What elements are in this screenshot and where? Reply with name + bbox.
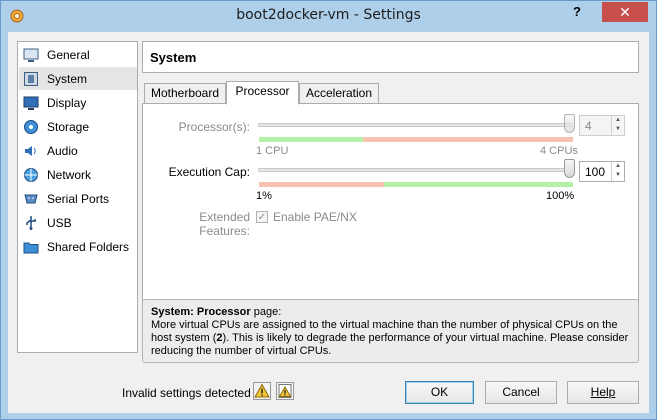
processors-band-red (363, 137, 573, 142)
sidebar-item-system[interactable]: System (19, 67, 137, 90)
serial-ports-icon (24, 194, 38, 203)
sidebar-item-label: Network (47, 167, 92, 182)
sidebar-item-label: System (47, 71, 88, 86)
info-heading-suffix: page: (250, 306, 282, 318)
network-icon (24, 167, 38, 182)
execution-cap-value: 100 (585, 165, 606, 179)
processors-label: Processor(s): (178, 120, 250, 134)
audio-icon (25, 145, 36, 156)
info-box: System: Processor page: More virtual CPU… (142, 299, 639, 363)
shared-folders-icon (23, 242, 39, 253)
spin-arrows-icon[interactable]: ▲ ▼ (611, 162, 624, 181)
close-button[interactable]: ✕ (602, 2, 648, 22)
processors-min-label: 1 CPU (256, 145, 289, 157)
info-heading-line: System: Processor page: (151, 306, 630, 319)
tab-motherboard[interactable]: Motherboard (144, 83, 226, 105)
info-line-1: More virtual CPUs are assigned to the vi… (151, 319, 618, 331)
pae-checkbox[interactable]: ✓ (256, 211, 268, 223)
sidebar-item-label: USB (47, 215, 72, 230)
execution-cap-band-green (384, 182, 573, 187)
sidebar-item-label: General (47, 47, 90, 62)
tab-acceleration[interactable]: Acceleration (299, 83, 379, 105)
execution-cap-slider-thumb[interactable] (564, 159, 575, 178)
help-button[interactable]: Help (567, 381, 639, 404)
sidebar-item-storage[interactable]: Storage (19, 115, 137, 138)
processors-slider-thumb[interactable] (564, 114, 575, 133)
section-header: System (142, 41, 639, 73)
sidebar-item-general[interactable]: General (19, 43, 137, 66)
general-icon (23, 48, 39, 62)
execution-cap-min-label: 1% (256, 190, 272, 202)
sidebar-item-display[interactable]: Display (19, 91, 137, 114)
processors-max-label: 4 CPUs (540, 145, 578, 157)
settings-window: boot2docker-vm - Settings ? ✕ General Sy… (0, 0, 657, 420)
sidebar-item-label: Serial Ports (47, 191, 110, 206)
spin-arrows-icon[interactable]: ▲ ▼ (611, 116, 624, 135)
execution-cap-label: Execution Cap: (168, 165, 250, 179)
display-icon (23, 96, 39, 110)
processors-slider-track[interactable] (258, 123, 573, 127)
title-bar[interactable]: boot2docker-vm - Settings ? ✕ (1, 1, 656, 32)
settings-sidebar: General System Display Storage Audio Net… (17, 41, 138, 353)
warning-page-icon[interactable] (276, 382, 294, 400)
info-line-2c: ). This is likely to degrade the perform… (222, 332, 629, 344)
sidebar-item-label: Storage (47, 119, 90, 134)
processors-spinbox[interactable]: 4 ▲ ▼ (579, 115, 625, 136)
sidebar-item-shared-folders[interactable]: Shared Folders (19, 235, 137, 258)
processor-tab-panel: Processor(s): 1 CPU 4 CPUs 4 ▲ ▼ Executio… (142, 103, 639, 330)
processors-value: 4 (585, 119, 592, 133)
sidebar-item-audio[interactable]: Audio (19, 139, 137, 162)
execution-cap-band-red (259, 182, 384, 187)
warning-icon[interactable] (253, 382, 271, 400)
cancel-button[interactable]: Cancel (485, 381, 557, 404)
window-title: boot2docker-vm - Settings (236, 7, 421, 23)
checkmark-icon: ✓ (257, 212, 267, 223)
sidebar-item-label: Audio (47, 143, 78, 158)
processors-band-green (259, 137, 363, 142)
tab-processor[interactable]: Processor (226, 81, 299, 105)
info-line-2a: host system ( (151, 332, 217, 344)
execution-cap-max-label: 100% (546, 190, 575, 202)
sidebar-item-usb[interactable]: USB (19, 211, 137, 234)
sidebar-item-serial-ports[interactable]: Serial Ports (19, 187, 137, 210)
help-button-label: Help (590, 385, 616, 399)
invalid-settings-text: Invalid settings detected (122, 386, 251, 400)
system-icon (24, 71, 38, 86)
info-line-3: reducing the number of virtual CPUs. (151, 345, 332, 357)
page-title: System (150, 50, 197, 65)
info-line-2: host system (2). This is likely to degra… (151, 332, 630, 345)
sidebar-item-label: Shared Folders (47, 239, 130, 254)
info-heading: System: Processor (151, 306, 251, 318)
storage-icon (24, 119, 38, 134)
usb-icon (26, 215, 36, 230)
sidebar-item-label: Display (47, 95, 87, 110)
dialog-client-area: General System Display Storage Audio Net… (8, 32, 649, 413)
ok-button[interactable]: OK (405, 381, 474, 404)
extended-features-label: Extended Features: (199, 210, 250, 238)
sidebar-item-network[interactable]: Network (19, 163, 137, 186)
execution-cap-slider-track[interactable] (258, 168, 573, 172)
execution-cap-spinbox[interactable]: 100 ▲ ▼ (579, 161, 625, 182)
pae-label: Enable PAE/NX (273, 210, 357, 224)
title-help-button[interactable]: ? (565, 2, 589, 22)
